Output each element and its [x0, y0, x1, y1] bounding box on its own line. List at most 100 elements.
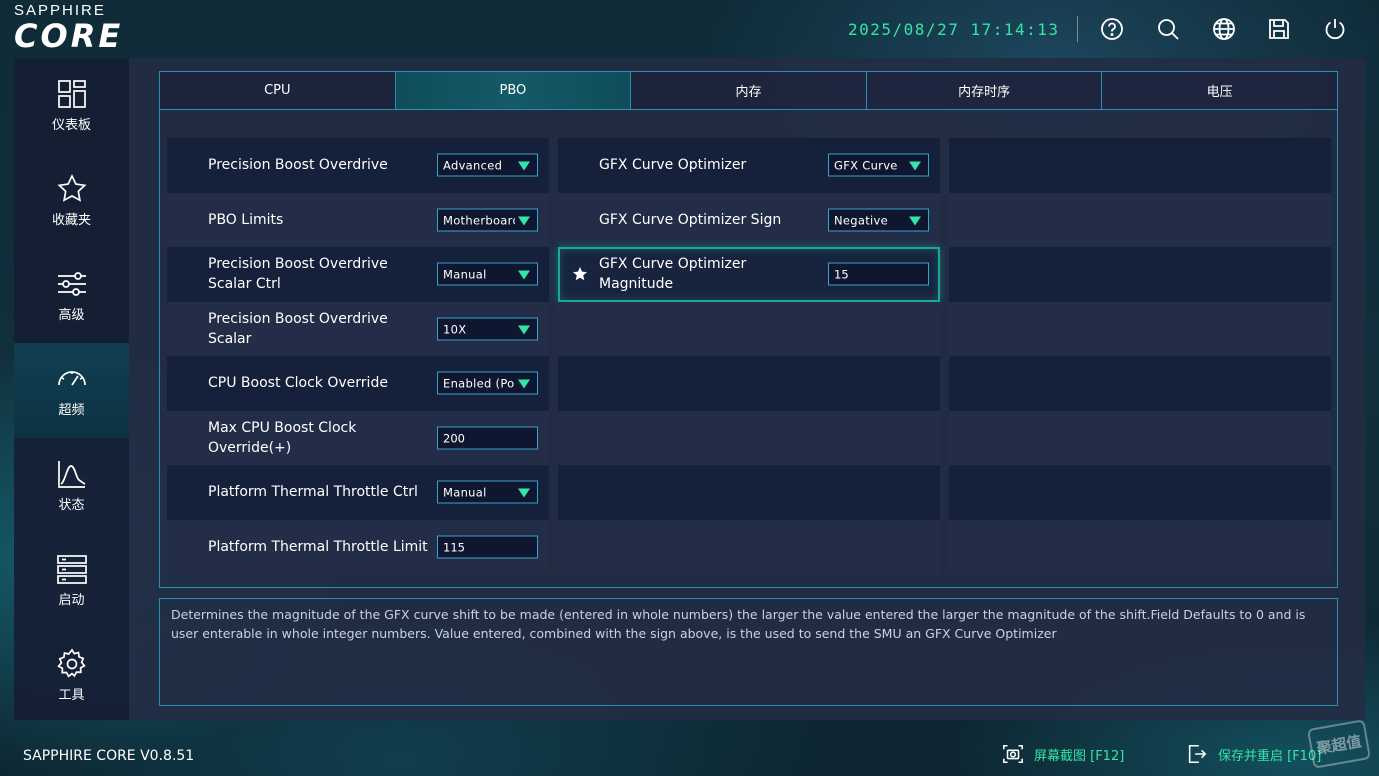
sidebar-item-label: 启动	[58, 593, 85, 608]
setting-row[interactable]: Precision Boost Overdrive Scalar Ctrl Ma…	[167, 247, 549, 302]
search-icon[interactable]	[1156, 17, 1180, 41]
gfx-curve-magnitude-input[interactable]: 15	[828, 262, 929, 286]
dropdown-arrow-icon	[909, 161, 921, 171]
setting-row[interactable]: Precision Boost Overdrive Advanced	[167, 138, 549, 193]
sidebar: 仪表板 收藏夹 高级 超频 状态 启动 工具	[14, 58, 129, 720]
tab-bar: CPU PBO 内存 内存时序 电压	[159, 71, 1338, 110]
setting-row[interactable]: PBO Limits Motherboard	[167, 192, 549, 247]
empty-row	[558, 465, 940, 520]
empty-row	[558, 301, 940, 356]
empty-row	[558, 410, 940, 465]
max-boost-clock-input[interactable]: 200	[437, 426, 538, 450]
save-restart-button[interactable]: 保存并重启 [F10]	[1186, 742, 1321, 766]
boost-clock-override-select[interactable]: Enabled (Positive)	[437, 371, 538, 395]
header-divider	[1077, 16, 1078, 42]
sidebar-item-label: 状态	[58, 498, 85, 513]
logo-main-text: CORE	[14, 17, 124, 55]
save-icon[interactable]	[1267, 17, 1291, 41]
sidebar-item-dashboard[interactable]: 仪表板	[14, 58, 129, 153]
setting-row[interactable]: GFX Curve Optimizer Sign Negative	[558, 192, 940, 247]
star-icon	[56, 174, 87, 202]
sidebar-item-status[interactable]: 状态	[14, 438, 129, 533]
sidebar-item-label: 收藏夹	[51, 213, 91, 228]
sidebar-item-favorites[interactable]: 收藏夹	[14, 153, 129, 248]
watermark-stamp: 聚超值	[1306, 719, 1372, 769]
screenshot-label: 屏幕截图 [F12]	[1034, 748, 1125, 764]
setting-row[interactable]: Platform Thermal Throttle Ctrl Manual	[167, 465, 549, 520]
setting-label: Max CPU Boost Clock Override(+)	[208, 419, 357, 456]
pbo-limits-select[interactable]: Motherboard	[437, 208, 538, 232]
setting-label: Platform Thermal Throttle Ctrl	[208, 484, 418, 501]
dropdown-arrow-icon	[518, 379, 530, 389]
dropdown-arrow-icon	[518, 216, 530, 226]
setting-label: Precision Boost Overdrive	[208, 157, 388, 174]
pbo-mode-select[interactable]: Advanced	[437, 153, 538, 177]
select-value: Negative	[834, 213, 889, 228]
setting-row-selected[interactable]: GFX Curve Optimizer Magnitude 15	[558, 247, 940, 302]
version-label: SAPPHIRE CORE V0.8.51	[23, 748, 195, 764]
tab-memory[interactable]: 内存	[631, 72, 867, 109]
setting-label: Precision Boost Overdrive Scalar	[208, 310, 388, 347]
setting-label: GFX Curve Optimizer Magnitude	[599, 256, 747, 293]
empty-row	[949, 356, 1331, 411]
pbo-scalar-ctrl-select[interactable]: Manual	[437, 262, 538, 286]
setting-label: PBO Limits	[208, 211, 284, 228]
tab-memory-timing[interactable]: 内存时序	[866, 72, 1103, 109]
empty-row	[949, 465, 1331, 520]
setting-row[interactable]: Max CPU Boost Clock Override(+) 200	[167, 410, 549, 465]
power-icon[interactable]	[1323, 17, 1347, 41]
select-value: Motherboard	[443, 213, 515, 228]
sapphire-core-logo: SAPPHIRE CORE	[14, 3, 164, 55]
setting-label: CPU Boost Clock Override	[208, 375, 388, 392]
empty-row	[949, 192, 1331, 247]
globe-icon[interactable]	[1212, 17, 1236, 41]
sidebar-item-overclock[interactable]: 超频	[14, 343, 129, 438]
settings-column-left: Precision Boost Overdrive Advanced PBO L…	[167, 138, 549, 574]
setting-row[interactable]: Precision Boost Overdrive Scalar 10X	[167, 301, 549, 356]
gauge-icon	[57, 371, 86, 386]
select-value: Advanced	[443, 158, 503, 173]
sidebar-item-advanced[interactable]: 高级	[14, 248, 129, 343]
help-description: Determines the magnitude of the GFX curv…	[159, 598, 1338, 706]
gfx-curve-sign-select[interactable]: Negative	[828, 208, 929, 232]
empty-row	[558, 519, 940, 574]
setting-row[interactable]: GFX Curve Optimizer GFX Curve	[558, 138, 940, 193]
select-value: Enabled (Positive)	[443, 376, 515, 391]
tab-voltage[interactable]: 电压	[1102, 72, 1337, 109]
screenshot-button[interactable]: 屏幕截图 [F12]	[1002, 742, 1124, 766]
sidebar-item-boot[interactable]: 启动	[14, 533, 129, 628]
server-icon	[56, 555, 87, 584]
setting-label: Precision Boost Overdrive Scalar Ctrl	[208, 256, 388, 293]
thermal-throttle-limit-input[interactable]: 115	[437, 535, 538, 559]
tab-pbo[interactable]: PBO	[395, 72, 632, 109]
setting-row[interactable]: Platform Thermal Throttle Limit 115	[167, 519, 549, 574]
sliders-icon	[57, 272, 86, 296]
dropdown-arrow-icon	[518, 270, 530, 280]
datetime-display: 2025/08/27 17:14:13	[848, 20, 1060, 39]
setting-row[interactable]: CPU Boost Clock Override Enabled (Positi…	[167, 356, 549, 411]
camera-icon	[1003, 744, 1023, 764]
main-panel: CPU PBO 内存 内存时序 电压 Precision Boost Overd…	[129, 58, 1365, 720]
save-restart-label: 保存并重启 [F10]	[1218, 748, 1322, 764]
setting-label: Platform Thermal Throttle Limit	[208, 538, 428, 555]
help-icon[interactable]	[1100, 17, 1124, 41]
sidebar-item-label: 高级	[58, 308, 85, 323]
empty-row	[949, 138, 1331, 193]
dropdown-arrow-icon	[909, 216, 921, 226]
dropdown-arrow-icon	[518, 161, 530, 171]
sidebar-item-tools[interactable]: 工具	[14, 628, 129, 723]
favorite-star-icon[interactable]	[572, 266, 588, 282]
thermal-throttle-ctrl-select[interactable]: Manual	[437, 480, 538, 504]
settings-column-right	[949, 138, 1331, 574]
empty-row	[558, 356, 940, 411]
setting-label: GFX Curve Optimizer	[599, 157, 747, 174]
sidebar-item-label: 超频	[58, 403, 85, 418]
gfx-curve-optimizer-select[interactable]: GFX Curve	[828, 153, 929, 177]
pbo-scalar-select[interactable]: 10X	[437, 317, 538, 341]
exit-icon	[1188, 744, 1207, 764]
tab-cpu[interactable]: CPU	[160, 72, 396, 109]
select-value: Manual	[443, 267, 487, 282]
setting-label: GFX Curve Optimizer Sign	[599, 211, 782, 228]
select-value: GFX Curve	[834, 158, 898, 173]
dropdown-arrow-icon	[518, 488, 530, 498]
